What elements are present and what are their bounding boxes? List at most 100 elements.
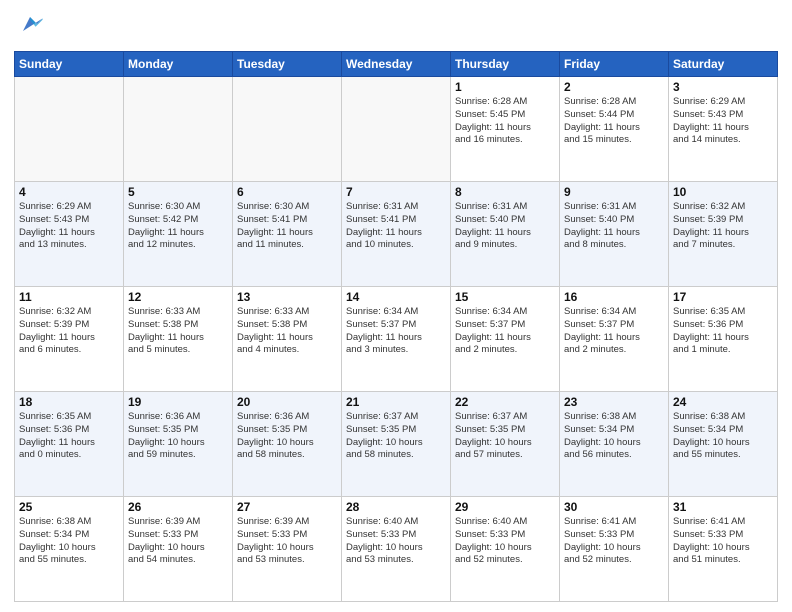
day-number: 14: [346, 290, 446, 304]
day-number: 19: [128, 395, 228, 409]
calendar-cell: 19 Sunrise: 6:36 AM Sunset: 5:35 PM Dayli…: [124, 392, 233, 497]
header: [14, 10, 778, 43]
calendar-cell: 13Sunrise: 6:33 AM Sunset: 5:38 PM Dayli…: [233, 287, 342, 392]
calendar-cell: 18Sunrise: 6:35 AM Sunset: 5:36 PM Dayli…: [15, 392, 124, 497]
day-info: Sunrise: 6:31 AM Sunset: 5:41 PM Dayligh…: [346, 201, 446, 252]
day-number: 17: [673, 290, 773, 304]
day-info: Sunrise: 6:33 AM Sunset: 5:38 PM Dayligh…: [128, 306, 228, 357]
calendar-week-row: 25 Sunrise: 6:38 AM Sunset: 5:34 PM Dayli…: [15, 497, 778, 602]
calendar-cell: 27 Sunrise: 6:39 AM Sunset: 5:33 PM Dayli…: [233, 497, 342, 602]
day-number: 16: [564, 290, 664, 304]
day-number: 22: [455, 395, 555, 409]
weekday-header: Friday: [560, 52, 669, 77]
day-number: 7: [346, 185, 446, 199]
day-number: 6: [237, 185, 337, 199]
calendar-cell: 14 Sunrise: 6:34 AM Sunset: 5:37 PM Dayli…: [342, 287, 451, 392]
calendar-cell: 31 Sunrise: 6:41 AM Sunset: 5:33 PM Dayli…: [669, 497, 778, 602]
day-number: 4: [19, 185, 119, 199]
calendar-cell: 28 Sunrise: 6:40 AM Sunset: 5:33 PM Dayli…: [342, 497, 451, 602]
day-info: Sunrise: 6:38 AM Sunset: 5:34 PM Dayligh…: [19, 516, 119, 567]
calendar-cell: 3 Sunrise: 6:29 AM Sunset: 5:43 PM Daylig…: [669, 77, 778, 182]
day-info: Sunrise: 6:31 AM Sunset: 5:40 PM Dayligh…: [564, 201, 664, 252]
day-info: Sunrise: 6:29 AM Sunset: 5:43 PM Dayligh…: [19, 201, 119, 252]
day-number: 15: [455, 290, 555, 304]
day-info: Sunrise: 6:35 AM Sunset: 5:36 PM Dayligh…: [673, 306, 773, 357]
day-info: Sunrise: 6:34 AM Sunset: 5:37 PM Dayligh…: [346, 306, 446, 357]
calendar-cell: 10 Sunrise: 6:32 AM Sunset: 5:39 PM Dayli…: [669, 182, 778, 287]
calendar-cell: 17 Sunrise: 6:35 AM Sunset: 5:36 PM Dayli…: [669, 287, 778, 392]
calendar-cell: 24 Sunrise: 6:38 AM Sunset: 5:34 PM Dayli…: [669, 392, 778, 497]
calendar-week-row: 1Sunrise: 6:28 AM Sunset: 5:45 PM Daylig…: [15, 77, 778, 182]
day-info: Sunrise: 6:34 AM Sunset: 5:37 PM Dayligh…: [455, 306, 555, 357]
calendar-cell: 25 Sunrise: 6:38 AM Sunset: 5:34 PM Dayli…: [15, 497, 124, 602]
weekday-header: Saturday: [669, 52, 778, 77]
calendar-cell: 2Sunrise: 6:28 AM Sunset: 5:44 PM Daylig…: [560, 77, 669, 182]
day-number: 30: [564, 500, 664, 514]
day-number: 8: [455, 185, 555, 199]
calendar-table: SundayMondayTuesdayWednesdayThursdayFrid…: [14, 51, 778, 602]
calendar-cell: 26Sunrise: 6:39 AM Sunset: 5:33 PM Dayli…: [124, 497, 233, 602]
calendar-cell: [342, 77, 451, 182]
calendar-cell: [233, 77, 342, 182]
day-info: Sunrise: 6:30 AM Sunset: 5:42 PM Dayligh…: [128, 201, 228, 252]
calendar-cell: 23Sunrise: 6:38 AM Sunset: 5:34 PM Dayli…: [560, 392, 669, 497]
weekday-header: Sunday: [15, 52, 124, 77]
calendar-cell: 16 Sunrise: 6:34 AM Sunset: 5:37 PM Dayli…: [560, 287, 669, 392]
day-number: 18: [19, 395, 119, 409]
day-number: 5: [128, 185, 228, 199]
day-info: Sunrise: 6:41 AM Sunset: 5:33 PM Dayligh…: [673, 516, 773, 567]
calendar-week-row: 18Sunrise: 6:35 AM Sunset: 5:36 PM Dayli…: [15, 392, 778, 497]
weekday-header: Monday: [124, 52, 233, 77]
calendar-cell: 8 Sunrise: 6:31 AM Sunset: 5:40 PM Daylig…: [451, 182, 560, 287]
day-info: Sunrise: 6:39 AM Sunset: 5:33 PM Dayligh…: [237, 516, 337, 567]
calendar-cell: 7 Sunrise: 6:31 AM Sunset: 5:41 PM Daylig…: [342, 182, 451, 287]
day-number: 27: [237, 500, 337, 514]
day-number: 3: [673, 80, 773, 94]
day-number: 10: [673, 185, 773, 199]
day-number: 25: [19, 500, 119, 514]
calendar-cell: 21Sunrise: 6:37 AM Sunset: 5:35 PM Dayli…: [342, 392, 451, 497]
calendar-cell: [124, 77, 233, 182]
day-number: 31: [673, 500, 773, 514]
day-number: 29: [455, 500, 555, 514]
day-info: Sunrise: 6:40 AM Sunset: 5:33 PM Dayligh…: [346, 516, 446, 567]
day-info: Sunrise: 6:36 AM Sunset: 5:35 PM Dayligh…: [128, 411, 228, 462]
day-number: 2: [564, 80, 664, 94]
day-info: Sunrise: 6:36 AM Sunset: 5:35 PM Dayligh…: [237, 411, 337, 462]
logo: [14, 10, 44, 43]
calendar-cell: [15, 77, 124, 182]
logo-icon: [16, 10, 44, 38]
calendar-cell: 1Sunrise: 6:28 AM Sunset: 5:45 PM Daylig…: [451, 77, 560, 182]
day-info: Sunrise: 6:29 AM Sunset: 5:43 PM Dayligh…: [673, 96, 773, 147]
calendar-cell: 5 Sunrise: 6:30 AM Sunset: 5:42 PM Daylig…: [124, 182, 233, 287]
day-info: Sunrise: 6:34 AM Sunset: 5:37 PM Dayligh…: [564, 306, 664, 357]
calendar-cell: 11 Sunrise: 6:32 AM Sunset: 5:39 PM Dayli…: [15, 287, 124, 392]
weekday-header: Tuesday: [233, 52, 342, 77]
page: SundayMondayTuesdayWednesdayThursdayFrid…: [0, 0, 792, 612]
day-number: 1: [455, 80, 555, 94]
day-info: Sunrise: 6:32 AM Sunset: 5:39 PM Dayligh…: [19, 306, 119, 357]
day-number: 23: [564, 395, 664, 409]
calendar-cell: 6 Sunrise: 6:30 AM Sunset: 5:41 PM Daylig…: [233, 182, 342, 287]
calendar-cell: 20 Sunrise: 6:36 AM Sunset: 5:35 PM Dayli…: [233, 392, 342, 497]
day-number: 28: [346, 500, 446, 514]
calendar-cell: 12 Sunrise: 6:33 AM Sunset: 5:38 PM Dayli…: [124, 287, 233, 392]
calendar-cell: 29Sunrise: 6:40 AM Sunset: 5:33 PM Dayli…: [451, 497, 560, 602]
day-number: 20: [237, 395, 337, 409]
calendar-week-row: 11 Sunrise: 6:32 AM Sunset: 5:39 PM Dayli…: [15, 287, 778, 392]
day-info: Sunrise: 6:38 AM Sunset: 5:34 PM Dayligh…: [673, 411, 773, 462]
day-info: Sunrise: 6:30 AM Sunset: 5:41 PM Dayligh…: [237, 201, 337, 252]
calendar-week-row: 4 Sunrise: 6:29 AM Sunset: 5:43 PM Daylig…: [15, 182, 778, 287]
day-info: Sunrise: 6:31 AM Sunset: 5:40 PM Dayligh…: [455, 201, 555, 252]
day-number: 9: [564, 185, 664, 199]
calendar-cell: 30 Sunrise: 6:41 AM Sunset: 5:33 PM Dayli…: [560, 497, 669, 602]
day-number: 24: [673, 395, 773, 409]
day-info: Sunrise: 6:32 AM Sunset: 5:39 PM Dayligh…: [673, 201, 773, 252]
day-info: Sunrise: 6:33 AM Sunset: 5:38 PM Dayligh…: [237, 306, 337, 357]
calendar-cell: 9 Sunrise: 6:31 AM Sunset: 5:40 PM Daylig…: [560, 182, 669, 287]
day-info: Sunrise: 6:41 AM Sunset: 5:33 PM Dayligh…: [564, 516, 664, 567]
day-number: 11: [19, 290, 119, 304]
calendar-cell: 15 Sunrise: 6:34 AM Sunset: 5:37 PM Dayli…: [451, 287, 560, 392]
day-number: 12: [128, 290, 228, 304]
day-info: Sunrise: 6:37 AM Sunset: 5:35 PM Dayligh…: [455, 411, 555, 462]
